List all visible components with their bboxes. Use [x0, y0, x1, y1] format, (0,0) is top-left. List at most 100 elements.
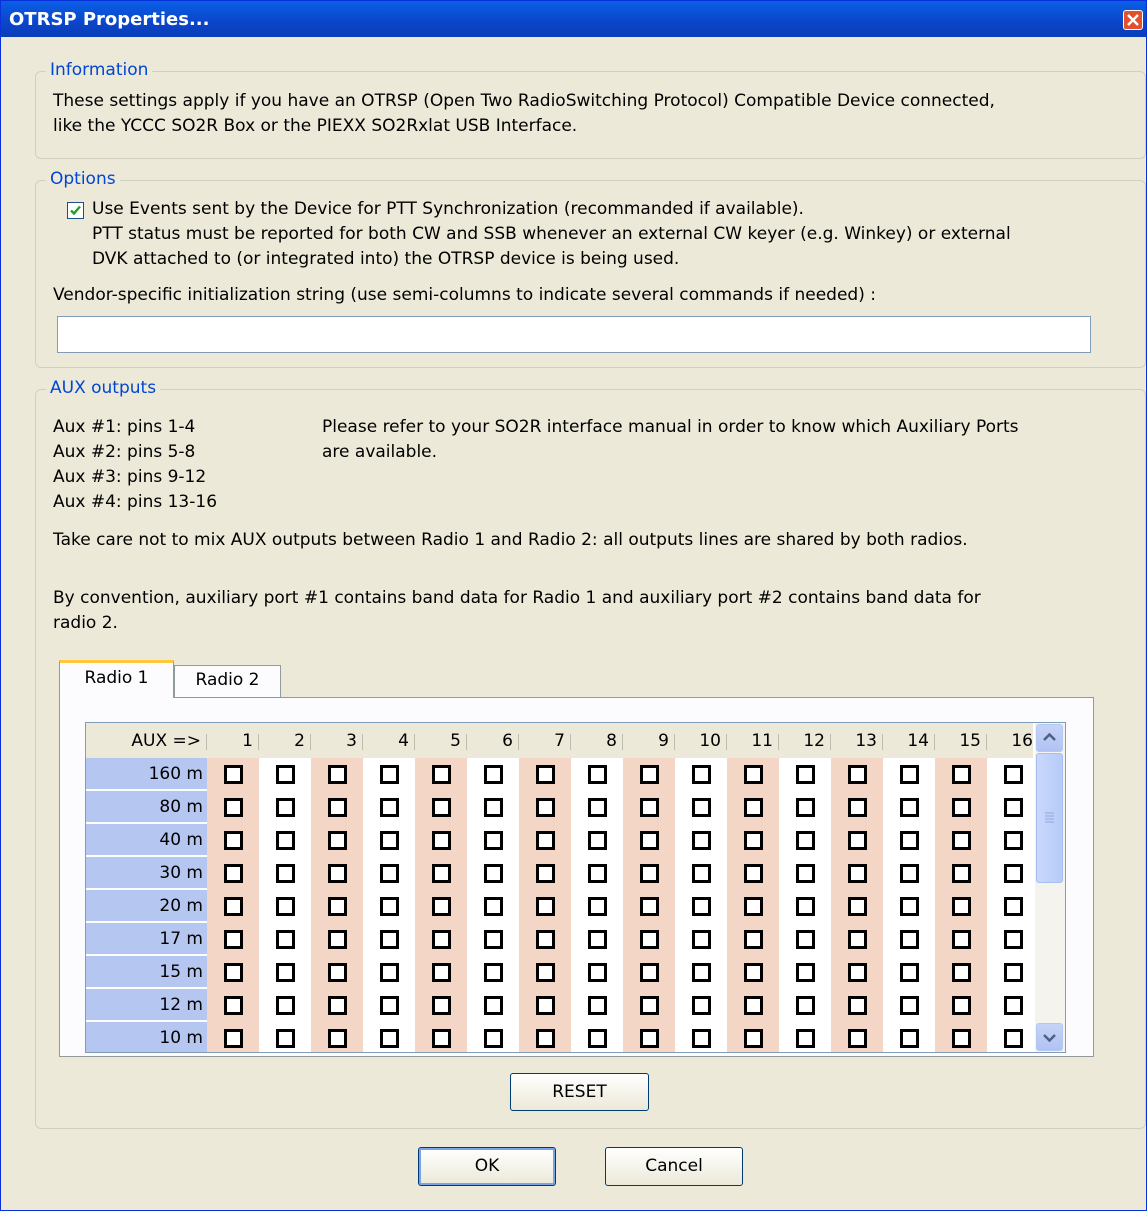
aux-band-checkbox[interactable]	[328, 765, 347, 784]
aux-band-checkbox[interactable]	[588, 864, 607, 883]
aux-band-checkbox[interactable]	[484, 798, 503, 817]
aux-band-checkbox[interactable]	[380, 831, 399, 850]
aux-band-checkbox[interactable]	[796, 930, 815, 949]
aux-band-checkbox[interactable]	[1004, 765, 1023, 784]
aux-band-checkbox[interactable]	[640, 897, 659, 916]
aux-band-checkbox[interactable]	[432, 897, 451, 916]
aux-band-checkbox[interactable]	[640, 996, 659, 1015]
aux-band-checkbox[interactable]	[1004, 1029, 1023, 1048]
aux-band-checkbox[interactable]	[952, 831, 971, 850]
ptt-sync-checkbox[interactable]	[67, 202, 84, 219]
aux-band-checkbox[interactable]	[432, 831, 451, 850]
aux-band-checkbox[interactable]	[900, 765, 919, 784]
aux-band-checkbox[interactable]	[328, 963, 347, 982]
aux-band-checkbox[interactable]	[588, 831, 607, 850]
aux-band-checkbox[interactable]	[744, 765, 763, 784]
aux-band-checkbox[interactable]	[1004, 963, 1023, 982]
aux-band-checkbox[interactable]	[796, 831, 815, 850]
aux-band-checkbox[interactable]	[900, 831, 919, 850]
aux-band-checkbox[interactable]	[848, 864, 867, 883]
aux-band-checkbox[interactable]	[640, 963, 659, 982]
aux-band-checkbox[interactable]	[744, 963, 763, 982]
aux-band-checkbox[interactable]	[380, 1029, 399, 1048]
aux-band-checkbox[interactable]	[432, 765, 451, 784]
aux-band-checkbox[interactable]	[432, 864, 451, 883]
aux-band-checkbox[interactable]	[276, 765, 295, 784]
init-string-input[interactable]	[57, 316, 1091, 353]
aux-band-checkbox[interactable]	[900, 897, 919, 916]
aux-band-checkbox[interactable]	[536, 864, 555, 883]
aux-band-checkbox[interactable]	[1004, 798, 1023, 817]
aux-band-checkbox[interactable]	[692, 831, 711, 850]
aux-band-checkbox[interactable]	[380, 963, 399, 982]
aux-band-checkbox[interactable]	[380, 996, 399, 1015]
aux-band-checkbox[interactable]	[380, 798, 399, 817]
scroll-thumb[interactable]	[1036, 753, 1063, 883]
aux-band-checkbox[interactable]	[640, 831, 659, 850]
aux-band-checkbox[interactable]	[484, 1029, 503, 1048]
aux-band-checkbox[interactable]	[588, 765, 607, 784]
aux-band-checkbox[interactable]	[224, 765, 243, 784]
aux-band-checkbox[interactable]	[848, 798, 867, 817]
aux-band-checkbox[interactable]	[484, 963, 503, 982]
cancel-button[interactable]: Cancel	[605, 1147, 743, 1186]
aux-band-checkbox[interactable]	[1004, 897, 1023, 916]
aux-band-checkbox[interactable]	[900, 798, 919, 817]
aux-band-checkbox[interactable]	[900, 864, 919, 883]
aux-band-checkbox[interactable]	[432, 798, 451, 817]
aux-band-checkbox[interactable]	[432, 963, 451, 982]
aux-band-checkbox[interactable]	[952, 864, 971, 883]
aux-band-checkbox[interactable]	[588, 897, 607, 916]
aux-band-checkbox[interactable]	[900, 996, 919, 1015]
ptt-sync-label[interactable]: Use Events sent by the Device for PTT Sy…	[92, 197, 804, 222]
aux-band-checkbox[interactable]	[1004, 831, 1023, 850]
aux-band-checkbox[interactable]	[224, 996, 243, 1015]
aux-band-checkbox[interactable]	[380, 765, 399, 784]
aux-band-checkbox[interactable]	[952, 963, 971, 982]
aux-band-checkbox[interactable]	[900, 1029, 919, 1048]
aux-band-checkbox[interactable]	[692, 864, 711, 883]
aux-band-checkbox[interactable]	[276, 831, 295, 850]
aux-band-checkbox[interactable]	[848, 996, 867, 1015]
aux-band-checkbox[interactable]	[224, 930, 243, 949]
aux-band-checkbox[interactable]	[952, 798, 971, 817]
aux-band-checkbox[interactable]	[276, 996, 295, 1015]
aux-band-checkbox[interactable]	[328, 1029, 347, 1048]
aux-band-checkbox[interactable]	[536, 897, 555, 916]
aux-band-checkbox[interactable]	[536, 930, 555, 949]
aux-band-checkbox[interactable]	[276, 963, 295, 982]
aux-band-checkbox[interactable]	[744, 831, 763, 850]
aux-band-checkbox[interactable]	[692, 930, 711, 949]
aux-band-checkbox[interactable]	[796, 996, 815, 1015]
aux-band-checkbox[interactable]	[952, 996, 971, 1015]
aux-band-checkbox[interactable]	[744, 864, 763, 883]
aux-band-checkbox[interactable]	[380, 897, 399, 916]
aux-band-checkbox[interactable]	[692, 798, 711, 817]
aux-band-checkbox[interactable]	[848, 897, 867, 916]
aux-band-checkbox[interactable]	[328, 897, 347, 916]
aux-band-checkbox[interactable]	[744, 996, 763, 1015]
aux-band-checkbox[interactable]	[536, 1029, 555, 1048]
aux-band-checkbox[interactable]	[640, 798, 659, 817]
tab-radio-1[interactable]: Radio 1	[59, 660, 174, 698]
aux-band-checkbox[interactable]	[224, 897, 243, 916]
aux-band-checkbox[interactable]	[588, 798, 607, 817]
aux-band-checkbox[interactable]	[848, 1029, 867, 1048]
aux-band-checkbox[interactable]	[744, 1029, 763, 1048]
aux-band-checkbox[interactable]	[900, 963, 919, 982]
aux-band-checkbox[interactable]	[952, 897, 971, 916]
aux-band-checkbox[interactable]	[224, 831, 243, 850]
aux-band-checkbox[interactable]	[536, 765, 555, 784]
aux-band-checkbox[interactable]	[328, 930, 347, 949]
aux-band-checkbox[interactable]	[588, 963, 607, 982]
aux-band-checkbox[interactable]	[1004, 864, 1023, 883]
aux-band-checkbox[interactable]	[224, 864, 243, 883]
aux-band-checkbox[interactable]	[484, 897, 503, 916]
aux-band-checkbox[interactable]	[692, 963, 711, 982]
aux-band-checkbox[interactable]	[796, 963, 815, 982]
aux-band-checkbox[interactable]	[380, 930, 399, 949]
aux-band-checkbox[interactable]	[276, 798, 295, 817]
scroll-down-button[interactable]	[1036, 1023, 1063, 1051]
aux-band-checkbox[interactable]	[276, 1029, 295, 1048]
aux-band-checkbox[interactable]	[848, 765, 867, 784]
